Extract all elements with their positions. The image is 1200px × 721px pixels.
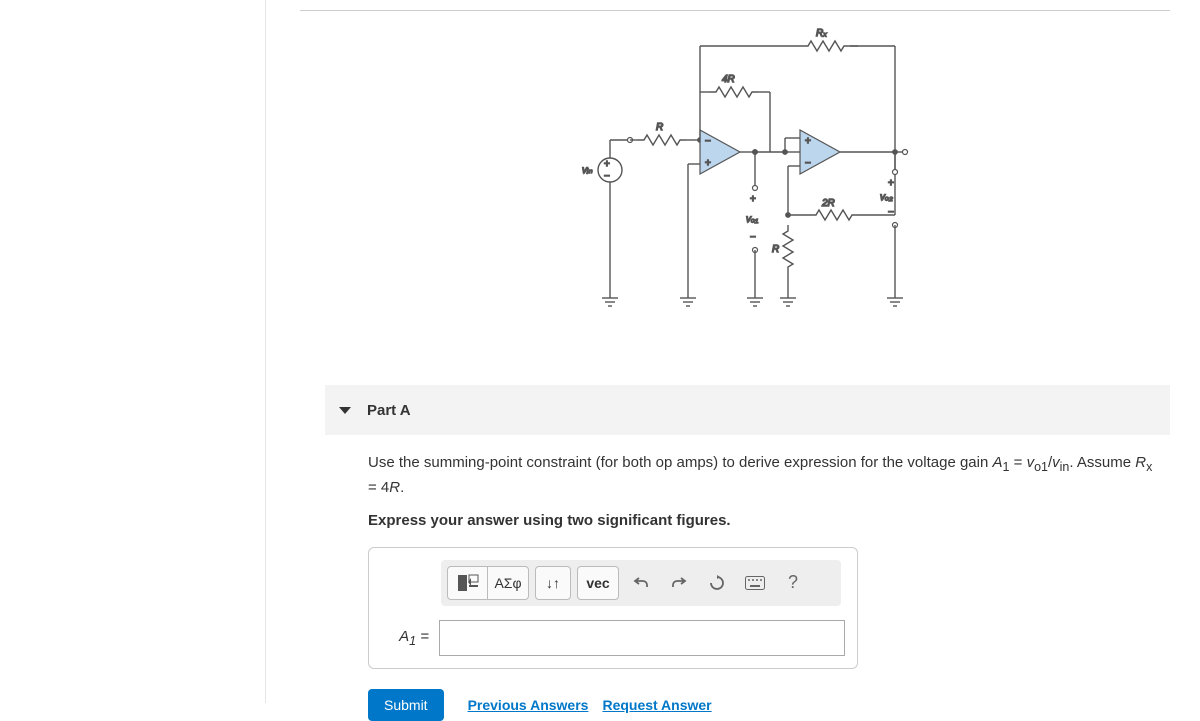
undo-icon (633, 575, 649, 591)
svg-text:−: − (604, 171, 610, 182)
undo-button[interactable] (625, 567, 657, 599)
part-header[interactable]: Part A (325, 385, 1170, 435)
answer-label: A1 = (381, 628, 429, 648)
symbols-button[interactable]: ΑΣφ (488, 567, 528, 599)
submit-button[interactable]: Submit (368, 689, 444, 721)
label-R: R (656, 122, 663, 133)
express-instruction: Express your answer using two significan… (368, 512, 1160, 529)
svg-text:−: − (888, 207, 894, 218)
answer-input[interactable] (439, 620, 845, 656)
question-text: Use the summing-point constraint (for bo… (368, 452, 1160, 498)
svg-text:+: + (750, 194, 756, 205)
label-Rvert: R (772, 244, 779, 255)
label-4R: 4R (722, 74, 735, 85)
q-prefix: Use the summing-point constraint (for bo… (368, 454, 993, 471)
svg-text:−: − (750, 232, 756, 243)
equation-toolbar: ΑΣφ ↓↑ vec (441, 560, 841, 606)
vec-button[interactable]: vec (578, 567, 618, 599)
content-divider (265, 0, 266, 703)
templates-button[interactable] (448, 567, 488, 599)
label-vo1: vₒ₁ (746, 214, 758, 225)
part-label: Part A (367, 402, 411, 419)
keyboard-button[interactable] (739, 567, 771, 599)
keyboard-icon (745, 576, 765, 590)
label-vin: vᵢₙ (582, 165, 593, 176)
label-2R: 2R (821, 198, 835, 209)
collapse-caret-icon (339, 407, 351, 414)
subsuper-button[interactable]: ↓↑ (536, 567, 570, 599)
svg-text:−: − (805, 158, 811, 169)
previous-answers-link[interactable]: Previous Answers (468, 697, 589, 713)
help-button[interactable]: ? (777, 567, 809, 599)
request-answer-link[interactable]: Request Answer (602, 697, 711, 713)
redo-button[interactable] (663, 567, 695, 599)
answer-panel: ΑΣφ ↓↑ vec (368, 547, 858, 669)
label-vo2: vₒ₂ (880, 192, 893, 203)
label-Rx: Rₓ (816, 28, 827, 39)
circuit-diagram: − + + − vᵢₙ R (560, 20, 920, 320)
templates-icon (457, 574, 479, 592)
reset-icon (709, 575, 725, 591)
reset-button[interactable] (701, 567, 733, 599)
top-divider (300, 10, 1170, 11)
svg-text:+: + (888, 178, 894, 189)
redo-icon (671, 575, 687, 591)
svg-text:+: + (805, 136, 811, 147)
svg-text:+: + (604, 159, 610, 170)
